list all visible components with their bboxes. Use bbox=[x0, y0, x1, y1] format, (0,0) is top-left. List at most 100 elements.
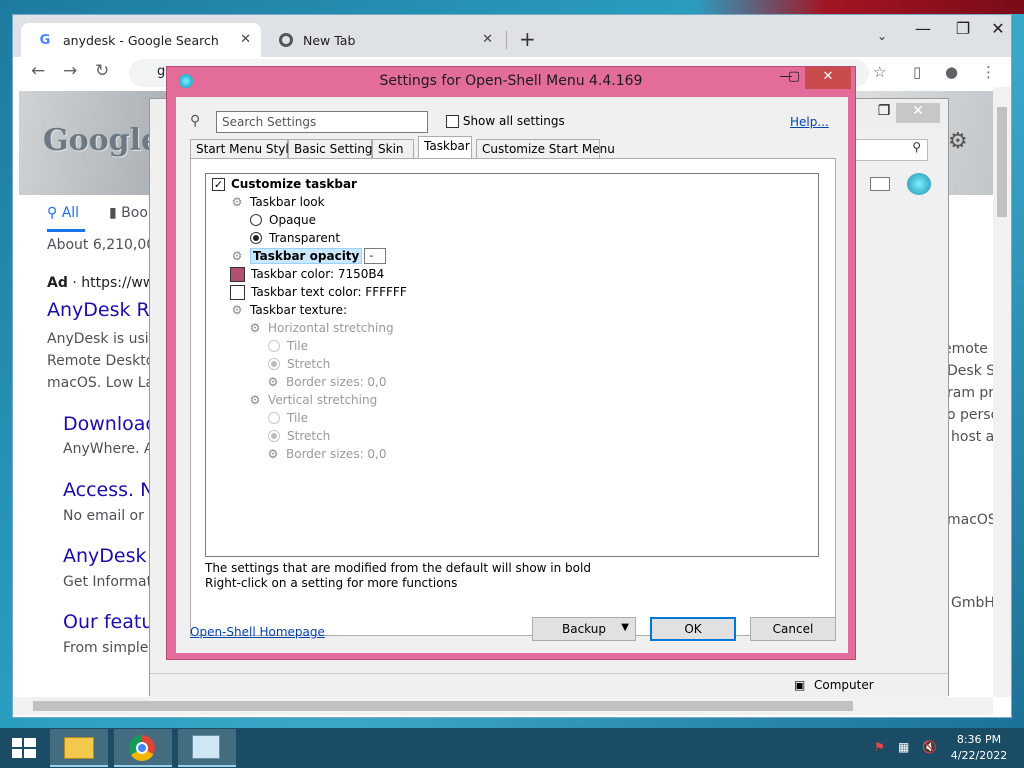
taskbar-texture-setting[interactable]: ⚙ Taskbar texture: bbox=[230, 301, 347, 319]
tab-taskbar[interactable]: Taskbar bbox=[418, 136, 472, 158]
open-shell-homepage-link[interactable]: Open-Shell Homepage bbox=[190, 625, 325, 639]
sitelink-title[interactable]: Download bbox=[63, 413, 157, 435]
bg-close-button[interactable]: ✕ bbox=[896, 103, 940, 123]
backup-label: Backup bbox=[562, 622, 606, 636]
taskbar-file-explorer[interactable] bbox=[50, 729, 108, 767]
result-snippet: Remote Desktop bbox=[47, 353, 164, 369]
vertical-scroll-thumb[interactable] bbox=[997, 107, 1007, 217]
checkbox-box[interactable]: ✓ bbox=[212, 177, 225, 191]
v-border-sizes-label: Border sizes: 0,0 bbox=[286, 447, 387, 461]
search-tab-all[interactable]: ⚲ All bbox=[47, 205, 79, 221]
tab-basic-settings[interactable]: Basic Settings bbox=[288, 139, 379, 158]
chrome-menu-icon[interactable]: ⋮ bbox=[981, 63, 996, 81]
envelope-icon[interactable] bbox=[870, 177, 890, 191]
taskbar-text-color-swatch[interactable] bbox=[230, 284, 245, 300]
h-stretch-radio[interactable]: Stretch bbox=[268, 355, 330, 373]
sitelink-title[interactable]: AnyDesk bbox=[63, 545, 147, 567]
radio-circle[interactable] bbox=[250, 214, 262, 226]
horizontal-stretching-group[interactable]: ⚙ Horizontal stretching bbox=[248, 319, 394, 337]
radio-circle[interactable] bbox=[268, 430, 280, 442]
taskbar-color-label: Taskbar color: 7150B4 bbox=[251, 267, 385, 281]
system-clock[interactable]: 8:36 PM 4/22/2022 bbox=[946, 732, 1012, 764]
customize-taskbar-checkbox[interactable]: ✓ Customize taskbar bbox=[212, 175, 357, 193]
tab-skin[interactable]: Skin bbox=[372, 139, 414, 158]
taskbar-text-color-setting[interactable]: Taskbar text color: FFFFFF bbox=[230, 283, 407, 301]
opacity-value-input[interactable]: - bbox=[364, 248, 387, 264]
v-tile-radio[interactable]: Tile bbox=[268, 409, 308, 427]
chrome-icon bbox=[129, 735, 155, 761]
help-link[interactable]: Help... bbox=[790, 115, 829, 129]
result-title[interactable]: AnyDesk Re bbox=[47, 299, 161, 321]
v-stretch-radio[interactable]: Stretch bbox=[268, 427, 330, 445]
back-button[interactable]: ← bbox=[31, 61, 45, 81]
restore-button[interactable]: ❐ bbox=[943, 19, 983, 38]
v-border-sizes-setting[interactable]: ⚙ Border sizes: 0,0 bbox=[266, 445, 387, 463]
bg-search-field[interactable]: ⚲ bbox=[850, 139, 928, 161]
forward-button[interactable]: → bbox=[63, 61, 77, 81]
google-logo[interactable]: Google bbox=[43, 123, 160, 158]
taskbar-color-setting[interactable]: Taskbar color: 7150B4 bbox=[230, 265, 384, 283]
tab-start-menu-style[interactable]: Start Menu Style bbox=[190, 139, 296, 158]
radio-circle[interactable] bbox=[250, 232, 262, 244]
results-count: About 6,210,000 bbox=[47, 237, 165, 253]
tab-anydesk-search[interactable]: G anydesk - Google Search ✕ bbox=[21, 23, 261, 57]
sitelink-title[interactable]: Our featu bbox=[63, 611, 153, 633]
status-label: Computer bbox=[814, 678, 874, 692]
gear-icon: ⚙ bbox=[231, 195, 243, 209]
right-panel-text: host a bbox=[951, 429, 995, 445]
checkbox-box[interactable] bbox=[446, 115, 459, 128]
new-tab-button[interactable]: + bbox=[519, 27, 536, 51]
minimize-button[interactable]: — bbox=[903, 19, 943, 38]
reload-button[interactable]: ↻ bbox=[95, 61, 109, 81]
v-tile-label: Tile bbox=[287, 411, 309, 425]
tab-search-chevron-icon[interactable]: ⌄ bbox=[877, 29, 887, 43]
taskbar-color-swatch[interactable] bbox=[230, 266, 245, 282]
show-all-settings-checkbox[interactable]: Show all settings bbox=[446, 114, 565, 128]
h-tile-radio[interactable]: Tile bbox=[268, 337, 308, 355]
taskbar-opacity-setting[interactable]: ⚙ Taskbar opacity - bbox=[230, 247, 387, 265]
start-button[interactable] bbox=[0, 728, 48, 768]
side-panel-icon[interactable]: ▯ bbox=[913, 63, 921, 81]
radio-circle[interactable] bbox=[268, 358, 280, 370]
close-tab-icon[interactable]: ✕ bbox=[240, 32, 251, 47]
search-settings-input[interactable]: Search Settings bbox=[216, 111, 428, 133]
radio-circle[interactable] bbox=[268, 412, 280, 424]
taskbar-control-panel[interactable] bbox=[178, 729, 236, 767]
taskbar-look-group[interactable]: ⚙ Taskbar look bbox=[230, 193, 325, 211]
close-window-button[interactable]: ✕ bbox=[978, 19, 1018, 38]
network-flag-icon[interactable]: ⚑ bbox=[874, 740, 885, 754]
profile-avatar[interactable]: ● bbox=[945, 63, 958, 81]
shell-icon[interactable] bbox=[907, 173, 931, 195]
right-panel-text: emote c bbox=[943, 341, 1001, 357]
tab-new-tab[interactable]: New Tab ✕ bbox=[263, 23, 503, 57]
opaque-radio[interactable]: Opaque bbox=[250, 211, 316, 229]
windows-taskbar: ⚑ ▦ 🔇 8:36 PM 4/22/2022 bbox=[0, 728, 1024, 768]
tab-customize-start-menu[interactable]: Customize Start Menu bbox=[476, 139, 615, 158]
settings-tree[interactable]: ✓ Customize taskbar ⚙ Taskbar look Opaqu… bbox=[205, 173, 819, 557]
radio-circle[interactable] bbox=[268, 340, 280, 352]
bookmark-star-icon[interactable]: ☆ bbox=[873, 63, 886, 81]
vertical-stretching-label: Vertical stretching bbox=[268, 393, 378, 407]
dropdown-arrow-icon[interactable]: ▼ bbox=[621, 622, 629, 633]
vertical-stretching-group[interactable]: ⚙ Vertical stretching bbox=[248, 391, 378, 409]
network-icon[interactable]: ▦ bbox=[898, 740, 909, 754]
search-tab-books[interactable]: ▮ Boo bbox=[109, 205, 148, 221]
taskbar-chrome[interactable] bbox=[114, 729, 172, 767]
ok-button[interactable]: OK bbox=[650, 617, 736, 641]
settings-dialog: Settings for Open-Shell Menu 4.4.169 — ▢… bbox=[166, 66, 856, 660]
volume-muted-icon[interactable]: 🔇 bbox=[922, 740, 937, 754]
gear-icon: ⚙ bbox=[267, 375, 279, 389]
backup-button[interactable]: Backup ▼ bbox=[532, 617, 636, 641]
cancel-button[interactable]: Cancel bbox=[750, 617, 836, 641]
dialog-close-button[interactable]: ✕ bbox=[805, 67, 851, 89]
tab-strip: G anydesk - Google Search ✕ New Tab ✕ + … bbox=[13, 15, 1011, 57]
transparent-radio[interactable]: Transparent bbox=[250, 229, 340, 247]
h-tile-label: Tile bbox=[287, 339, 309, 353]
gear-icon[interactable]: ⚙ bbox=[948, 129, 968, 154]
h-border-sizes-setting[interactable]: ⚙ Border sizes: 0,0 bbox=[266, 373, 387, 391]
search-tab-all-label: All bbox=[61, 205, 80, 221]
sitelink-title[interactable]: Access. N bbox=[63, 479, 154, 501]
horizontal-scroll-thumb[interactable] bbox=[33, 701, 853, 711]
close-tab-icon[interactable]: ✕ bbox=[482, 32, 493, 47]
customize-taskbar-label: Customize taskbar bbox=[231, 177, 357, 191]
